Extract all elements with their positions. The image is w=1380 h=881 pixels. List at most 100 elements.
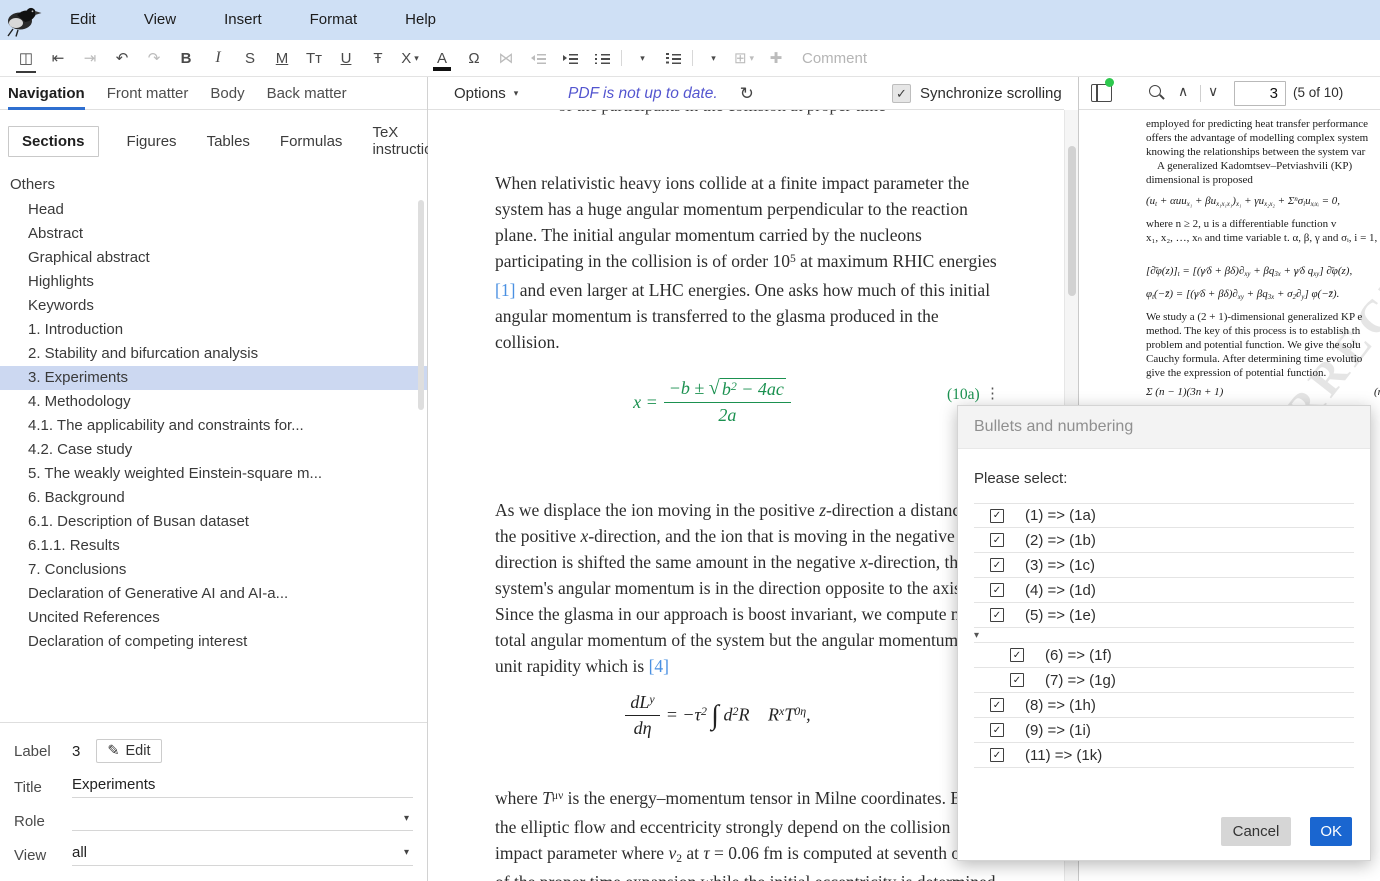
- section-item-experiments[interactable]: 3. Experiments: [0, 366, 427, 390]
- page-number-input[interactable]: [1234, 81, 1286, 106]
- numbering-option-row[interactable]: ✓ (3) => (1c): [974, 553, 1354, 578]
- checkbox-checked[interactable]: ✓: [990, 608, 1004, 622]
- list-expander-row[interactable]: ▾: [974, 628, 1354, 643]
- skip-back-button[interactable]: ⇤: [46, 45, 70, 71]
- section-item-busan-dataset[interactable]: 6.1. Description of Busan dataset: [0, 510, 427, 534]
- indent-icon: [563, 53, 578, 64]
- refresh-icon[interactable]: ↻: [740, 85, 754, 102]
- numbered-list-button[interactable]: [661, 45, 685, 71]
- options-menu-button[interactable]: Options ▾: [454, 85, 518, 102]
- section-item-conclusions[interactable]: 7. Conclusions: [0, 558, 427, 582]
- tab-back-matter[interactable]: Back matter: [267, 77, 347, 110]
- section-item-background[interactable]: 6. Background: [0, 486, 427, 510]
- tab-front-matter[interactable]: Front matter: [107, 77, 189, 110]
- indent-button[interactable]: [558, 45, 582, 71]
- menu-edit[interactable]: Edit: [46, 0, 120, 40]
- menu-insert[interactable]: Insert: [200, 0, 286, 40]
- font-size-button[interactable]: Tᴛ: [302, 45, 326, 71]
- underline-button[interactable]: U: [334, 45, 358, 71]
- undo-button[interactable]: ↶: [110, 45, 134, 71]
- tab-navigation[interactable]: Navigation: [8, 77, 85, 110]
- subtab-formulas[interactable]: Formulas: [278, 127, 345, 156]
- numbering-option-row[interactable]: ✓ (11) => (1k): [974, 743, 1354, 768]
- role-select[interactable]: ▾: [72, 811, 413, 831]
- title-value[interactable]: Experiments: [72, 776, 155, 793]
- checkbox-checked[interactable]: ✓: [990, 558, 1004, 572]
- subtab-sections[interactable]: Sections: [8, 126, 99, 157]
- checkbox-checked[interactable]: ✓: [990, 583, 1004, 597]
- paragraph[interactable]: As we displace the ion moving in the pos…: [495, 497, 1000, 679]
- numbering-option-row[interactable]: ✓ (2) => (1b): [974, 528, 1354, 553]
- checkbox-checked[interactable]: ✓: [990, 723, 1004, 737]
- next-match-button[interactable]: ∨: [1208, 83, 1218, 100]
- scrollbar-thumb[interactable]: [418, 200, 424, 410]
- numbering-option-row[interactable]: ✓ (8) => (1h): [974, 693, 1354, 718]
- numbering-option-row[interactable]: ✓ (5) => (1e): [974, 603, 1354, 628]
- italic-button[interactable]: I: [206, 45, 230, 71]
- menu-format[interactable]: Format: [286, 0, 382, 40]
- math-mode-button[interactable]: M: [270, 45, 294, 71]
- checkbox-checked[interactable]: ✓: [990, 698, 1004, 712]
- numbering-option-row[interactable]: ✓ (4) => (1d): [974, 578, 1354, 603]
- section-item-weakly-weighted[interactable]: 5. The weakly weighted Einstein-square m…: [0, 462, 427, 486]
- section-item-case-study[interactable]: 4.2. Case study: [0, 438, 427, 462]
- section-item-applicability[interactable]: 4.1. The applicability and constraints f…: [0, 414, 427, 438]
- numbering-option-row[interactable]: ✓ (9) => (1i): [974, 718, 1354, 743]
- section-item-results[interactable]: 6.1.1. Results: [0, 534, 427, 558]
- ok-button[interactable]: OK: [1310, 817, 1352, 846]
- pdf-text-line: give the expression of potential functio…: [1146, 366, 1380, 380]
- tab-body[interactable]: Body: [210, 77, 244, 110]
- kebab-menu-icon[interactable]: ⋮: [985, 384, 1000, 403]
- bold-button[interactable]: B: [174, 45, 198, 71]
- menu-help[interactable]: Help: [381, 0, 460, 40]
- numbered-list-menu-button[interactable]: ▾: [700, 45, 724, 71]
- pdf-text-line: offers the advantage of modelling comple…: [1146, 131, 1380, 145]
- section-item-competing-interest[interactable]: Declaration of competing interest: [0, 630, 427, 654]
- strikethrough-button[interactable]: Ŧ: [366, 45, 390, 71]
- section-item-declaration-ai[interactable]: Declaration of Generative AI and AI-a...: [0, 582, 427, 606]
- clear-format-button[interactable]: X ▾: [398, 45, 422, 71]
- special-char-button[interactable]: Ω: [462, 45, 486, 71]
- sync-scrolling-checkbox[interactable]: ✓: [892, 84, 911, 103]
- subtab-figures[interactable]: Figures: [125, 127, 179, 156]
- bullet-list-menu-button[interactable]: ▾: [629, 45, 653, 71]
- checkbox-checked[interactable]: ✓: [1010, 673, 1024, 687]
- app-logo[interactable]: [0, 0, 46, 40]
- section-item-abstract[interactable]: Abstract: [0, 222, 427, 246]
- smallcaps-button[interactable]: S: [238, 45, 262, 71]
- section-item-highlights[interactable]: Highlights: [0, 270, 427, 294]
- checkbox-checked[interactable]: ✓: [1010, 648, 1024, 662]
- checkbox-checked[interactable]: ✓: [990, 748, 1004, 762]
- numbering-option-row[interactable]: ✓ (6) => (1f): [974, 643, 1354, 668]
- paragraph[interactable]: where Tμν is the energy–momentum tensor …: [495, 785, 1000, 881]
- equation-quadratic[interactable]: x = −b ± √b2 − 4ac 2a: [495, 378, 935, 426]
- subtab-tables[interactable]: Tables: [205, 127, 252, 156]
- numbering-option-row[interactable]: ✓ (7) => (1g): [974, 668, 1354, 693]
- divider: [692, 50, 693, 66]
- section-item-graphical-abstract[interactable]: Graphical abstract: [0, 246, 427, 270]
- font-color-button[interactable]: A: [430, 45, 454, 71]
- menu-view[interactable]: View: [120, 0, 200, 40]
- view-select[interactable]: all ▾: [72, 844, 413, 866]
- bullet-list-button[interactable]: [590, 45, 614, 71]
- sync-scrolling-group: ✓ Synchronize scrolling: [892, 77, 1062, 110]
- edit-label-button[interactable]: ✎ Edit: [96, 739, 161, 763]
- scrollbar-thumb[interactable]: [1068, 146, 1076, 296]
- numbering-option-row[interactable]: ✓ (1) => (1a): [974, 503, 1354, 528]
- paragraph[interactable]: When relativistic heavy ions collide at …: [495, 170, 1000, 355]
- section-item-keywords[interactable]: Keywords: [0, 294, 427, 318]
- toggle-panel-button[interactable]: ◫: [14, 45, 38, 71]
- label-row: Label 3 ✎ Edit: [14, 739, 413, 763]
- clear-format-icon: X: [401, 50, 411, 67]
- section-item-introduction[interactable]: 1. Introduction: [0, 318, 427, 342]
- checkbox-checked[interactable]: ✓: [990, 533, 1004, 547]
- checkbox-checked[interactable]: ✓: [990, 509, 1004, 523]
- section-item-stability[interactable]: 2. Stability and bifurcation analysis: [0, 342, 427, 366]
- cancel-button[interactable]: Cancel: [1221, 817, 1292, 846]
- equation-angular-momentum[interactable]: dLy dη = −τ2 ∫ d2R⃗ RxT0η,: [495, 692, 935, 739]
- previous-match-button[interactable]: ∧: [1178, 83, 1188, 100]
- section-item-methodology[interactable]: 4. Methodology: [0, 390, 427, 414]
- section-item-head[interactable]: Head: [0, 198, 427, 222]
- section-item-uncited-references[interactable]: Uncited References: [0, 606, 427, 630]
- search-icon[interactable]: [1149, 85, 1161, 97]
